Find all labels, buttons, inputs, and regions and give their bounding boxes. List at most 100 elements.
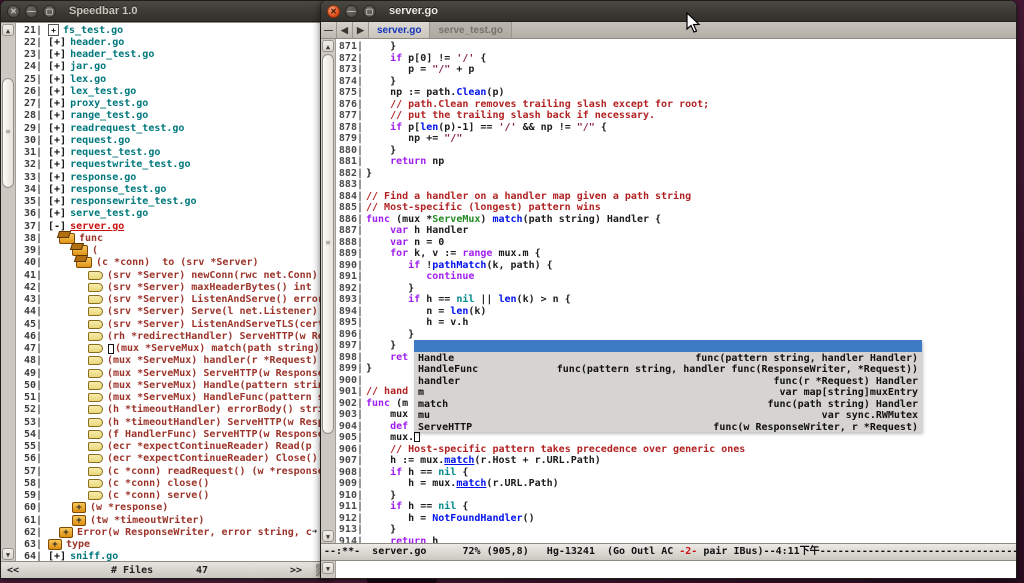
item-label[interactable]: readrequest_test.go (70, 123, 184, 134)
expand-icon[interactable]: [+] (48, 98, 66, 109)
speedbar-item[interactable]: 50|(mux *ServeMux) Handle(pattern string… (16, 379, 330, 391)
maximize-icon[interactable]: ▢ (363, 5, 376, 18)
speedbar-item[interactable]: 49|(mux *ServeMux) ServeHTTP(w ResponseW… (16, 367, 330, 379)
speedbar-item[interactable]: 30|[+]request.go (16, 134, 330, 146)
speedbar-item[interactable]: 35|[+]responsewrite_test.go (16, 196, 330, 208)
speedbar-item[interactable]: 63|+type (16, 539, 330, 551)
speedbar-item[interactable]: 34|[+]response_test.go (16, 183, 330, 195)
code-line[interactable]: 912| h = NotFoundHandler() (336, 513, 1016, 525)
item-label[interactable]: fs_test.go (63, 25, 123, 36)
scroll-up-icon[interactable]: ▲ (322, 40, 334, 52)
speedbar-item[interactable]: 54|(f HandlerFunc) ServeHTTP(w ResponseW… (16, 428, 330, 440)
tag-icon[interactable] (88, 442, 103, 451)
item-label[interactable]: (ecr *expectContinueReader) Read(p [] (107, 441, 330, 452)
code-line[interactable]: 909| h = mux.match(r.URL.Path) (336, 478, 1016, 490)
expand-icon[interactable]: [+] (48, 184, 66, 195)
code-line[interactable]: 896| } (336, 329, 1016, 341)
autocomplete-candidate[interactable]: ServeHTTPfunc(w ResponseWriter, r *Reque… (414, 421, 922, 433)
tag-icon[interactable] (88, 356, 103, 365)
item-label[interactable]: (srv *Server) ListenAndServe() error (107, 294, 324, 305)
page-back-control[interactable]: << (7, 565, 19, 576)
code-line[interactable]: 913| } (336, 524, 1016, 536)
expand-icon[interactable]: [+] (48, 172, 66, 183)
speedbar-item[interactable]: 23|[+]header_test.go (16, 49, 330, 61)
item-label[interactable]: type (66, 539, 90, 550)
collapse-icon[interactable]: [-] (48, 221, 66, 232)
code-line[interactable]: 879| np += "/" (336, 133, 1016, 145)
tag-icon[interactable] (88, 271, 103, 280)
expand-icon[interactable]: [+] (48, 61, 66, 72)
speedbar-item[interactable]: 24|[+]jar.go (16, 61, 330, 73)
speedbar-item[interactable]: 46|(rh *redirectHandler) ServeHTTP(w Res… (16, 330, 330, 342)
tag-icon[interactable] (88, 491, 103, 500)
item-label[interactable]: (f HandlerFunc) ServeHTTP(w ResponseW (107, 429, 330, 440)
speedbar-item[interactable]: 40|(c *conn) to (srv *Server) (16, 257, 330, 269)
tab-forward-icon[interactable]: ▶ (353, 22, 369, 38)
tag-icon[interactable] (88, 344, 103, 353)
code-line[interactable]: 882|} (336, 168, 1016, 180)
tag-icon[interactable] (88, 283, 103, 292)
speedbar-item[interactable]: 57|(c *conn) readRequest() (w *response,… (16, 465, 330, 477)
code-line[interactable]: 874| } (336, 76, 1016, 88)
expand-icon[interactable]: [+] (48, 159, 66, 170)
code-line[interactable]: 885|// Most-specific (longest) pattern w… (336, 202, 1016, 214)
item-label[interactable]: (mux *ServeMux) ServeHTTP(w ResponseW (107, 368, 330, 379)
closed-group-icon[interactable]: + (72, 502, 86, 513)
code-line[interactable]: 881| return np (336, 156, 1016, 168)
tag-icon[interactable] (88, 381, 103, 390)
item-label[interactable]: (ecr *expectContinueReader) Close() e (107, 453, 330, 464)
item-label[interactable]: Error(w ResponseWriter, error string, c (77, 527, 312, 538)
item-label[interactable]: request_test.go (70, 147, 160, 158)
item-label[interactable]: (w *response) (90, 502, 168, 513)
code-line[interactable]: 914| return h (336, 536, 1016, 544)
editor-scrollbar[interactable]: ▲ ▼ (321, 39, 336, 543)
item-label[interactable]: lex_test.go (70, 86, 136, 97)
speedbar-item[interactable]: 56|(ecr *expectContinueReader) Close() e… (16, 453, 330, 465)
item-label[interactable]: (mux *ServeMux) HandleFunc(pattern st (107, 392, 330, 403)
speedbar-item[interactable]: 36|[+]serve_test.go (16, 208, 330, 220)
speedbar-item[interactable]: 45|(srv *Server) ListenAndServeTLS(certF… (16, 318, 330, 330)
code-line[interactable]: 905| mux. (336, 432, 1016, 444)
close-icon[interactable]: ✕ (327, 5, 340, 18)
expand-icon[interactable]: [+] (48, 110, 66, 121)
speedbar-item[interactable]: 43|(srv *Server) ListenAndServe() error (16, 294, 330, 306)
minimize-icon[interactable]: — (345, 5, 358, 18)
speedbar-item[interactable]: 33|[+]response.go (16, 171, 330, 183)
item-label[interactable]: serve_test.go (70, 208, 148, 219)
speedbar-item[interactable]: 44|(srv *Server) Serve(l net.Listener) e… (16, 306, 330, 318)
speedbar-item[interactable]: 48|(mux *ServeMux) handler(r *Request) H… (16, 355, 330, 367)
speedbar-scrollbar[interactable]: ▲ ▼ (1, 23, 16, 561)
speedbar-item[interactable]: 47|(mux *ServeMux) match(path string) Ha… (16, 343, 330, 355)
speedbar-item[interactable]: 42|(srv *Server) maxHeaderBytes() int (16, 281, 330, 293)
code-line[interactable]: 880| } (336, 145, 1016, 157)
autocomplete-candidate[interactable]: mvar map[string]muxEntry (414, 386, 922, 398)
item-label[interactable]: (mux *ServeMux) handler(r *Request) H (107, 355, 330, 366)
speedbar-item[interactable]: 41|(srv *Server) newConn(rwc net.Conn) (… (16, 269, 330, 281)
item-label[interactable]: (tw *timeoutWriter) (90, 515, 204, 526)
tag-icon[interactable] (88, 479, 103, 488)
item-label[interactable]: (srv *Server) ListenAndServeTLS(certF (107, 319, 330, 330)
minibuffer[interactable]: ▼ (321, 561, 1016, 578)
code-line[interactable]: 910| } (336, 490, 1016, 502)
code-line[interactable]: 878| if p[len(p)-1] == '/' && np != "/" … (336, 122, 1016, 134)
speedbar-item[interactable]: 21|+fs_test.go (16, 24, 330, 36)
code-line[interactable]: 895| h = v.h (336, 317, 1016, 329)
speedbar-item[interactable]: 51|(mux *ServeMux) HandleFunc(pattern st… (16, 392, 330, 404)
speedbar-item[interactable]: 22|[+]header.go (16, 36, 330, 48)
scroll-down-icon[interactable]: ▼ (322, 530, 334, 542)
tag-icon[interactable] (88, 393, 103, 402)
tag-icon[interactable] (88, 320, 103, 329)
speedbar-item[interactable]: 38|func (16, 232, 330, 244)
speedbar-item[interactable]: 61|+(tw *timeoutWriter) (16, 514, 330, 526)
expand-icon[interactable]: [+] (48, 196, 66, 207)
open-group-icon[interactable] (76, 257, 92, 268)
expand-icon[interactable]: [+] (48, 147, 66, 158)
scrollbar-thumb[interactable] (322, 54, 334, 434)
code-line[interactable]: 891| continue (336, 271, 1016, 283)
speedbar-item[interactable]: 39|( (16, 245, 330, 257)
speedbar-item[interactable]: 52|(h *timeoutHandler) errorBody() strin… (16, 404, 330, 416)
item-label[interactable]: (c *conn) close() (107, 478, 209, 489)
autocomplete-candidate[interactable]: muvar sync.RWMutex (414, 409, 922, 421)
code-line[interactable]: 871| } (336, 41, 1016, 53)
speedbar-item[interactable]: 26|[+]lex_test.go (16, 85, 330, 97)
